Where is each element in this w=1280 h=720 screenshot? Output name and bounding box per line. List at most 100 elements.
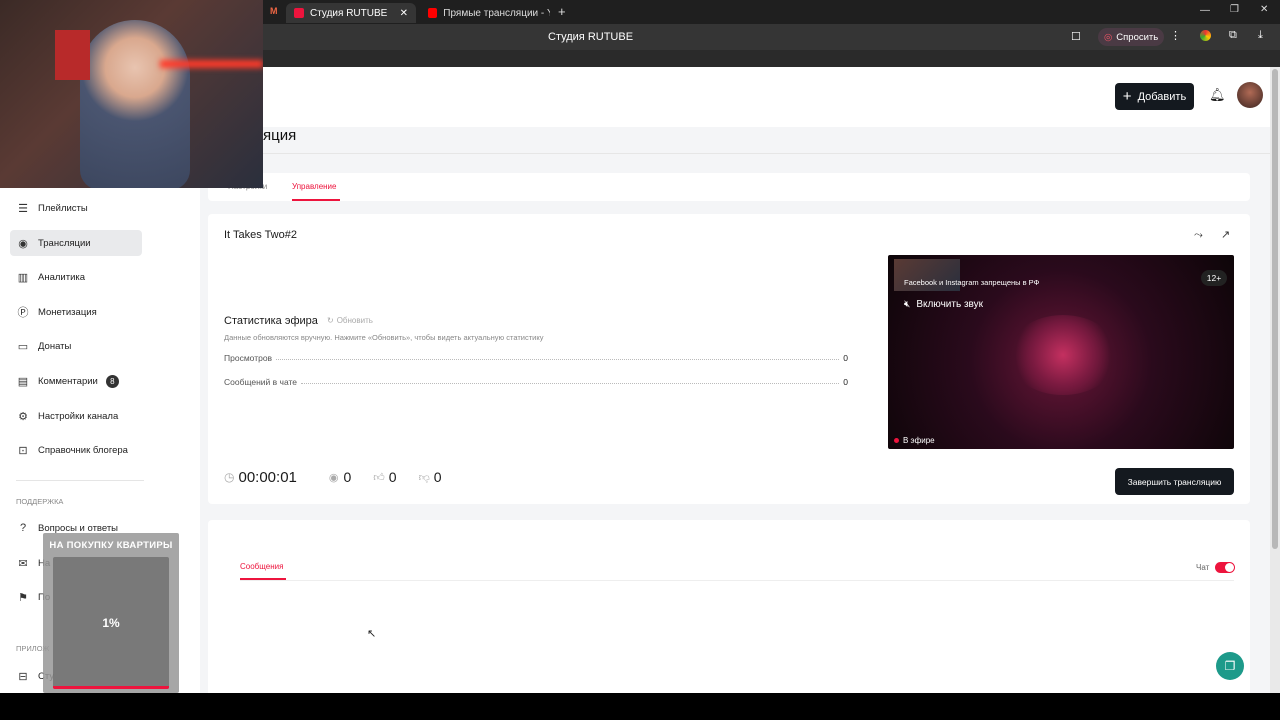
sidebar-item-channel-settings[interactable]: ⚙ Настройки канала (10, 403, 142, 429)
player-banner: Facebook и Instagram запрещены в РФ (904, 278, 1040, 287)
sidebar-item-analytics[interactable]: ▥ Аналитика (10, 264, 142, 290)
gear-icon: ⚙ (18, 410, 28, 423)
page-scrollbar[interactable] (1270, 67, 1280, 693)
goal-progress-fill (53, 686, 169, 689)
ask-button[interactable]: ◎ Спросить (1098, 28, 1165, 46)
tab-messages[interactable]: Сообщения (240, 562, 283, 571)
tab-label: Прямые трансляции - Yo (443, 7, 550, 19)
mail-icon: ✉ (18, 557, 28, 570)
monetization-icon: Ⓟ (17, 307, 29, 319)
external-link-icon[interactable]: ↗ (1221, 228, 1230, 241)
browser-menu-icon[interactable]: M (270, 6, 278, 16)
sidebar-divider (16, 480, 144, 481)
sidebar-item-broadcasts[interactable]: ◉ Трансляции (10, 230, 142, 256)
download-icon[interactable]: ⤓ (1258, 29, 1263, 42)
dotted-leader (301, 383, 840, 384)
menu-dots-icon[interactable]: ⋮ (1170, 29, 1181, 42)
dotted-leader (276, 359, 840, 360)
stream-timer: 00:00:01 (238, 468, 297, 486)
sidebar-item-monetization[interactable]: Ⓟ Монетизация (10, 299, 142, 325)
viewers-icon: ◉ (328, 471, 339, 484)
neon-light (160, 60, 263, 68)
webcam-overlay (0, 0, 263, 188)
sidebar-item-donations[interactable]: ▭ Донаты (10, 333, 142, 359)
video-player[interactable]: Facebook и Instagram запрещены в РФ 🔇︎ В… (888, 255, 1234, 449)
screenshot-icon[interactable]: ⧉ (1229, 29, 1237, 42)
tab-manage[interactable]: Управление (292, 182, 336, 191)
streamer-figure (80, 20, 190, 188)
youtube-favicon-icon (428, 8, 438, 18)
close-tab-icon[interactable]: ✕ (400, 8, 408, 19)
chat-divider (240, 580, 1234, 581)
support-heading: ПОДДЕРЖКА (16, 497, 64, 506)
analytics-icon: ▥ (17, 271, 29, 284)
chat-card: Сообщения Чат (208, 520, 1250, 693)
toggle-knob (1225, 563, 1234, 572)
minimize-icon[interactable]: — (1200, 5, 1210, 16)
refresh-button[interactable]: ↻ Обновить (327, 316, 373, 325)
support-chat-button[interactable]: ❐ (1216, 652, 1244, 680)
share-icon[interactable]: ⤳ (1194, 229, 1203, 242)
mute-icon: 🔇︎ (904, 299, 911, 310)
browser-tab-rutube[interactable]: Студия RUTUBE ✕ (286, 3, 416, 23)
unmute-button[interactable]: 🔇︎ Включить звук (904, 299, 983, 310)
new-tab-icon[interactable]: + (558, 4, 566, 19)
playlist-icon: ☰ (18, 202, 28, 215)
tab-active-underline (292, 199, 340, 201)
live-indicator: В эфире (894, 436, 935, 445)
rutube-favicon-icon (294, 8, 304, 18)
dislike-icon: 👎︎ (418, 471, 430, 484)
chat-toggle[interactable] (1215, 562, 1235, 573)
clock-icon: ◷ (224, 470, 235, 484)
chat-bubble-icon: ❐ (1224, 659, 1236, 673)
page-title: яция (263, 127, 297, 144)
ask-icon: ◎ (1104, 31, 1113, 43)
bottom-bar (0, 693, 1280, 720)
like-icon: 👍︎ (373, 471, 385, 484)
wall-art (55, 30, 90, 80)
stream-card: It Takes Two#2 ⤳ ↗ Статистика эфира ↻ Об… (208, 214, 1250, 504)
help-book-icon: ⊡ (18, 444, 28, 457)
comments-badge: 8 (105, 374, 119, 388)
stat-row-views: Просмотров 0 (224, 353, 848, 363)
likes-count: 0 (388, 469, 397, 485)
donation-goal-widget: НА ПОКУПКУ КВАРТИРЫ 1% (43, 533, 179, 693)
bell-icon[interactable]: 🔔︎ (1209, 87, 1226, 103)
game-scene (1008, 315, 1118, 395)
question-icon: ? (19, 522, 27, 534)
tab-label: Студия RUTUBE (310, 7, 388, 19)
app-icon: ⊟ (18, 670, 28, 683)
avatar[interactable] (1237, 82, 1263, 108)
chat-toggle-label: Чат (1196, 563, 1210, 572)
age-badge: 12+ (1201, 270, 1227, 286)
stat-row-messages: Сообщений в чате 0 (224, 377, 848, 387)
browser-tab-youtube[interactable]: Прямые трансляции - Yo (420, 3, 558, 23)
stream-title: It Takes Two#2 (224, 229, 297, 241)
end-stream-button[interactable]: Завершить трансляцию (1115, 468, 1234, 495)
mouse-cursor-icon: ↖ (367, 628, 377, 640)
sidebar-item-playlists[interactable]: ☰ Плейлисты (10, 195, 142, 221)
plus-icon: + (1122, 88, 1132, 105)
bookmark-icon[interactable]: ☐ (1071, 30, 1081, 43)
close-window-icon[interactable]: ✕ (1260, 4, 1268, 15)
broadcast-icon: ◉ (18, 237, 28, 250)
goal-title: НА ПОКУПКУ КВАРТИРЫ (49, 540, 173, 551)
donate-icon: ▭ (17, 340, 29, 353)
comments-icon: ▤ (17, 375, 29, 388)
refresh-icon: ↻ (327, 316, 334, 325)
stats-note: Данные обновляются вручную. Нажмите «Обн… (224, 333, 544, 342)
stats-title: Статистика эфира (224, 315, 318, 327)
flag-icon: ⚑ (18, 591, 28, 604)
scrollbar-thumb[interactable] (1272, 69, 1278, 549)
add-button[interactable]: + Добавить (1115, 83, 1194, 110)
extension-icon[interactable] (1200, 30, 1211, 41)
sidebar-item-comments[interactable]: ▤ Комментарии 8 (10, 368, 142, 394)
restore-icon[interactable]: ❐ (1230, 4, 1239, 15)
viewers-count: 0 (343, 469, 352, 485)
sidebar-item-blogger-guide[interactable]: ⊡ Справочник блогера (10, 437, 142, 463)
window-title: Студия RUTUBE (548, 31, 634, 43)
tabs-card: Настройки Управление (208, 173, 1250, 201)
live-dot-icon (894, 438, 899, 443)
dislikes-count: 0 (433, 469, 442, 485)
title-divider (208, 153, 1270, 154)
